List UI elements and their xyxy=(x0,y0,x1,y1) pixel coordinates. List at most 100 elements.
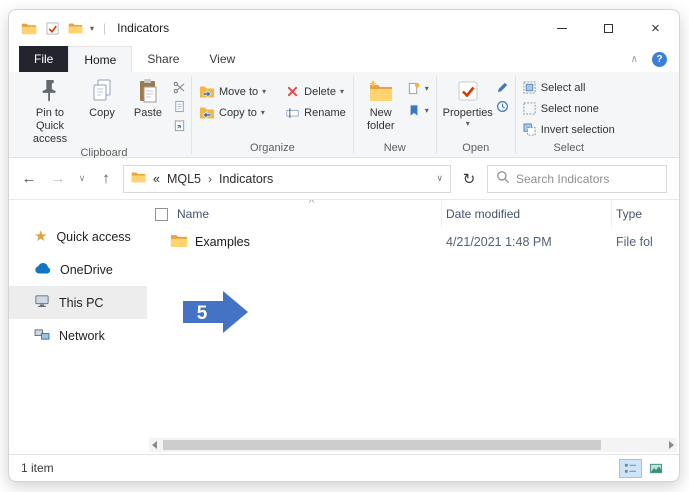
file-date-modified: 4/21/2021 1:48 PM xyxy=(442,235,612,249)
breadcrumb-overflow[interactable]: « xyxy=(153,172,160,186)
properties-button[interactable]: Properties ▾ xyxy=(442,73,494,128)
title-bar: ▾ | Indicators × xyxy=(9,10,679,46)
delete-button[interactable]: Delete ▾ xyxy=(282,83,348,100)
column-name-label: Name xyxy=(177,207,209,221)
copy-to-icon xyxy=(199,105,215,121)
column-date-label: Date modified xyxy=(446,207,520,221)
tab-home[interactable]: Home xyxy=(68,46,132,72)
easy-access-icon xyxy=(407,104,421,118)
search-input[interactable] xyxy=(516,172,658,186)
group-label-select: Select xyxy=(521,141,617,157)
edit-icon[interactable] xyxy=(496,80,510,94)
easy-access-button[interactable]: ▾ xyxy=(405,102,431,119)
sidebar-item-quick-access[interactable]: ★ Quick access xyxy=(9,220,147,253)
sidebar-item-this-pc[interactable]: This PC xyxy=(9,286,147,319)
delete-dropdown-icon: ▾ xyxy=(340,88,344,96)
open-small-buttons xyxy=(496,73,510,113)
paste-shortcut-icon[interactable] xyxy=(172,118,186,132)
scroll-left-icon[interactable] xyxy=(152,441,157,449)
select-none-button[interactable]: Select none xyxy=(521,100,617,117)
move-to-dropdown-icon: ▾ xyxy=(262,88,266,96)
column-header-type[interactable]: Type xyxy=(612,200,679,228)
table-row[interactable]: Examples 4/21/2021 1:48 PM File fol xyxy=(147,228,679,256)
column-type-label: Type xyxy=(616,207,642,221)
collapse-ribbon-icon[interactable]: ∧ xyxy=(631,54,638,65)
ribbon-group-new: New folder ▾ ▾ xyxy=(354,73,436,157)
file-list-pane: ^ Name Date modified Type Examples xyxy=(147,200,679,454)
maximize-button[interactable] xyxy=(585,10,632,46)
invert-selection-label: Invert selection xyxy=(541,124,615,136)
delete-icon xyxy=(284,84,300,100)
copy-path-icon[interactable] xyxy=(172,99,186,113)
address-dropdown-icon[interactable]: ∨ xyxy=(436,173,443,184)
ribbon: Pin to Quick access Copy Paste xyxy=(9,72,679,158)
new-folder-label: New folder xyxy=(359,107,403,133)
annotation-number: 5 xyxy=(197,303,208,324)
copy-button[interactable]: Copy xyxy=(80,73,124,120)
select-all-label: Select all xyxy=(541,82,586,94)
cut-icon[interactable] xyxy=(172,80,186,94)
tab-share[interactable]: Share xyxy=(132,46,194,72)
new-folder-button[interactable]: New folder xyxy=(359,73,403,133)
refresh-icon[interactable]: ↻ xyxy=(456,166,482,192)
close-button[interactable]: × xyxy=(632,10,679,46)
forward-icon[interactable]: → xyxy=(46,167,70,191)
breadcrumb-item-indicators[interactable]: Indicators xyxy=(219,172,273,186)
copy-to-button[interactable]: Copy to ▾ xyxy=(197,104,268,121)
delete-label: Delete xyxy=(304,86,336,98)
move-to-button[interactable]: Move to ▾ xyxy=(197,83,268,100)
new-item-button[interactable]: ▾ xyxy=(405,80,431,97)
quick-access-star-icon: ★ xyxy=(34,229,47,244)
paste-button[interactable]: Paste xyxy=(126,73,170,120)
scroll-right-icon[interactable] xyxy=(669,441,674,449)
window-title: Indicators xyxy=(117,21,169,35)
back-icon[interactable]: ← xyxy=(17,167,41,191)
minimize-button[interactable] xyxy=(538,10,585,46)
address-bar: ← → ∨ ↑ « MQL5 › Indicators ∨ ↻ xyxy=(9,158,679,200)
breadcrumb-item-mql5[interactable]: MQL5 xyxy=(167,172,201,186)
qat-new-folder-icon[interactable] xyxy=(67,21,83,35)
select-all-icon xyxy=(523,81,537,95)
qat-properties-icon[interactable] xyxy=(44,21,60,35)
up-icon[interactable]: ↑ xyxy=(94,167,118,191)
rename-label: Rename xyxy=(304,107,346,119)
file-type: File fol xyxy=(612,235,679,249)
scrollbar-thumb[interactable] xyxy=(163,440,601,450)
sort-ascending-icon: ^ xyxy=(309,200,314,209)
pin-to-quick-access-button[interactable]: Pin to Quick access xyxy=(22,73,78,146)
sidebar-item-label: This PC xyxy=(59,296,103,310)
tab-file[interactable]: File xyxy=(19,46,68,72)
select-none-icon xyxy=(523,102,537,116)
help-icon[interactable]: ? xyxy=(652,52,667,67)
group-label-new: New xyxy=(359,141,431,157)
sidebar-item-label: OneDrive xyxy=(60,263,113,277)
select-none-label: Select none xyxy=(541,103,599,115)
search-icon xyxy=(496,170,510,187)
invert-selection-button[interactable]: Invert selection xyxy=(521,121,617,138)
large-icons-view-button[interactable] xyxy=(644,459,667,478)
breadcrumb[interactable]: « MQL5 › Indicators ∨ xyxy=(123,165,451,193)
ribbon-group-open: Properties ▾ Open xyxy=(437,73,515,157)
sidebar-item-onedrive[interactable]: OneDrive xyxy=(9,253,147,286)
qat-customize-dropdown-icon[interactable]: ▾ xyxy=(90,24,94,33)
recent-locations-icon[interactable]: ∨ xyxy=(75,167,89,191)
sidebar-item-network[interactable]: Network xyxy=(9,319,147,352)
column-header-date-modified[interactable]: Date modified xyxy=(442,200,612,228)
ribbon-tab-row: File Home Share View ∧ ? xyxy=(9,46,679,72)
details-view-button[interactable] xyxy=(619,459,642,478)
tab-view[interactable]: View xyxy=(194,46,250,72)
address-folder-icon xyxy=(131,171,146,186)
maximize-icon xyxy=(604,24,613,33)
select-all-checkbox[interactable] xyxy=(155,208,168,221)
column-header-name[interactable]: Name xyxy=(147,200,442,228)
pin-icon xyxy=(39,76,61,106)
horizontal-scrollbar[interactable] xyxy=(149,438,677,452)
pin-label: Pin to Quick access xyxy=(22,107,78,146)
select-all-button[interactable]: Select all xyxy=(521,79,617,96)
item-count: 1 item xyxy=(21,461,54,475)
history-icon[interactable] xyxy=(496,99,510,113)
rename-button[interactable]: Rename xyxy=(282,104,348,121)
close-icon: × xyxy=(651,21,660,36)
explorer-app-icon xyxy=(21,21,37,35)
properties-dropdown-icon: ▾ xyxy=(466,120,470,128)
